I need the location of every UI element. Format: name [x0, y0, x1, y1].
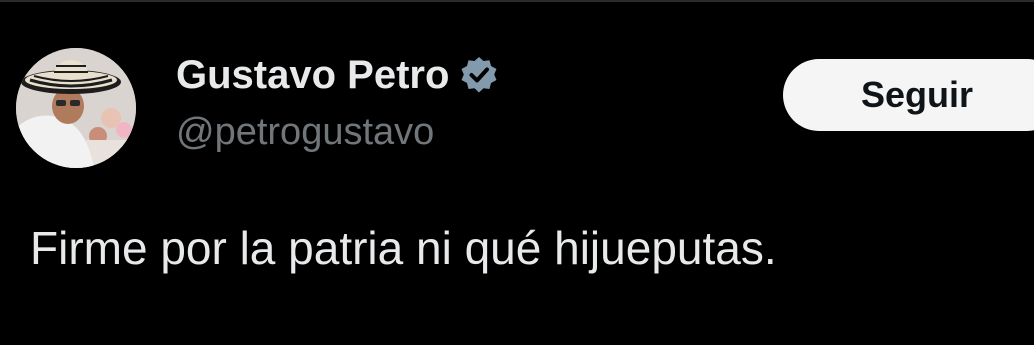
tweet-text: Firme por la patria ni qué hijueputas. — [30, 222, 777, 274]
follow-button[interactable]: Seguir — [783, 59, 1034, 131]
author-avatar[interactable] — [16, 48, 136, 168]
top-divider — [0, 0, 1034, 2]
author-name-row: Gustavo Petro — [176, 50, 499, 100]
avatar-photo-icon — [16, 48, 136, 168]
author-display-name[interactable]: Gustavo Petro — [176, 50, 449, 100]
verified-badge-icon[interactable] — [459, 55, 499, 95]
author-handle[interactable]: @petrogustavo — [176, 108, 434, 156]
